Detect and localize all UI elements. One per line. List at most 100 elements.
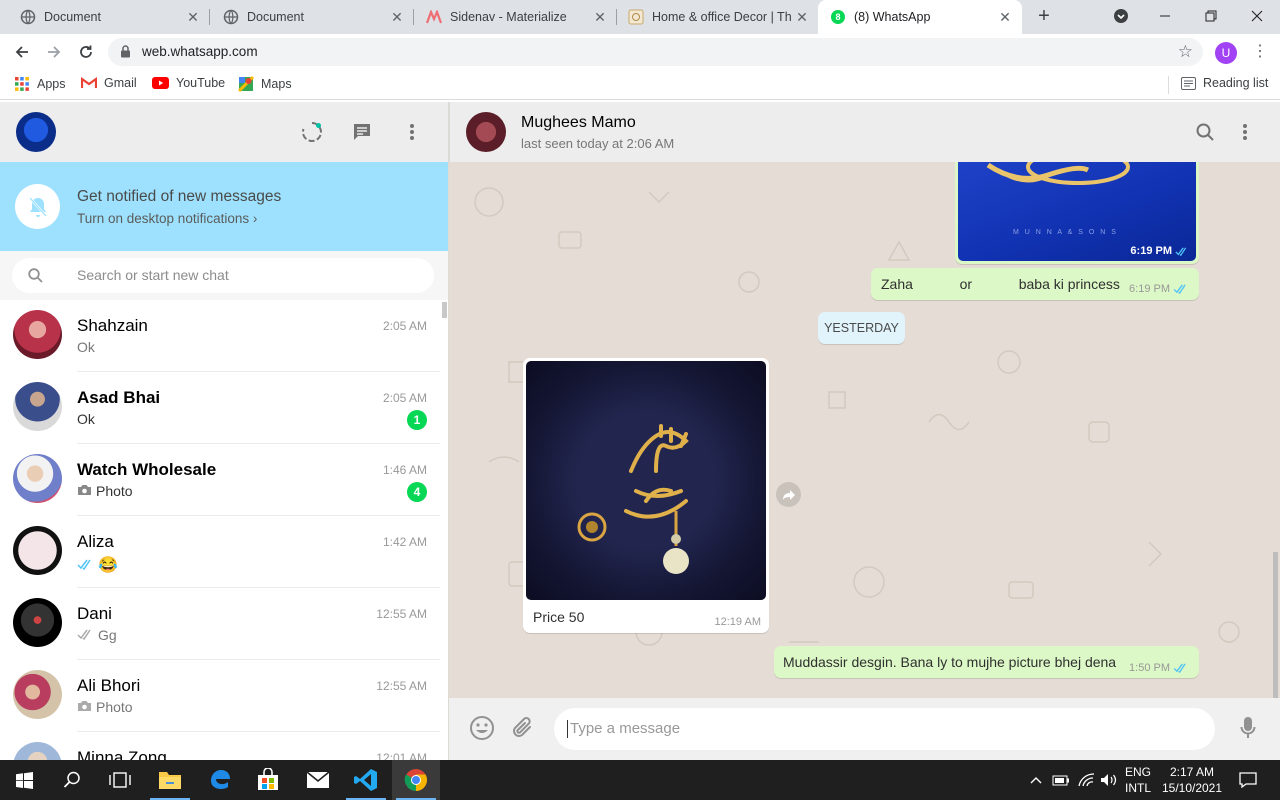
- apps-grid-icon: [14, 76, 30, 92]
- forward-icon: [782, 489, 795, 500]
- enable-notifications-link[interactable]: Turn on desktop notifications ›: [77, 211, 257, 226]
- attach-icon[interactable]: [508, 713, 538, 743]
- chat-last-message: Photo: [77, 483, 133, 499]
- chat-name: Minna Zong: [77, 748, 167, 760]
- browser-tab-1[interactable]: Document ✕: [0, 0, 210, 34]
- new-chat-icon[interactable]: [350, 120, 374, 144]
- minimize-button[interactable]: [1142, 0, 1188, 32]
- store-taskbar-icon[interactable]: [244, 760, 292, 800]
- close-icon[interactable]: ✕: [184, 9, 202, 26]
- chat-list-scroll-thumb[interactable]: [442, 302, 447, 318]
- message-meta: 12:19 AM: [714, 616, 761, 628]
- tab-title: Document: [247, 10, 304, 24]
- close-icon[interactable]: ✕: [388, 9, 406, 26]
- bookmark-label: YouTube: [176, 76, 226, 90]
- bookmark-apps[interactable]: Apps: [14, 76, 66, 92]
- search-input[interactable]: Search or start new chat: [12, 258, 434, 293]
- profile-avatar[interactable]: U: [1215, 42, 1237, 64]
- file-explorer-taskbar-icon[interactable]: [146, 760, 194, 800]
- start-button[interactable]: [0, 760, 48, 800]
- image-watermark: M U N N A & S O N S: [1013, 229, 1118, 236]
- camera-icon: [77, 699, 92, 715]
- chat-time: 2:05 AM: [382, 391, 427, 405]
- bookmark-gmail[interactable]: Gmail: [81, 76, 137, 90]
- vscode-taskbar-icon[interactable]: [342, 760, 390, 800]
- address-bar[interactable]: web.whatsapp.com ☆: [108, 38, 1203, 66]
- bookmark-youtube[interactable]: YouTube: [152, 76, 225, 90]
- reading-list-button[interactable]: Reading list: [1181, 76, 1268, 90]
- outgoing-image-message[interactable]: M U N N A & S O N S 6:19 PM: [955, 162, 1199, 264]
- message-placeholder: Type a message: [570, 720, 681, 737]
- forward-button[interactable]: [776, 482, 801, 507]
- conversation-header[interactable]: Mughees Mamo last seen today at 2:06 AM: [449, 102, 1280, 162]
- browser-tab-2[interactable]: Document ✕: [203, 0, 414, 34]
- notification-center-icon[interactable]: [1234, 760, 1262, 800]
- edge-taskbar-icon[interactable]: [196, 760, 244, 800]
- outgoing-text-message[interactable]: Zaha or baba ki princess 6:19 PM: [871, 268, 1199, 300]
- chrome-menu-icon[interactable]: ⋮: [1252, 42, 1268, 62]
- task-view-button[interactable]: [96, 760, 144, 800]
- chat-time: 2:05 AM: [382, 319, 427, 333]
- globe-icon: [20, 9, 36, 25]
- restore-button[interactable]: [1188, 0, 1234, 32]
- chat-list-item[interactable]: Dani 12:55 AM Gg: [0, 588, 440, 660]
- chat-list-item[interactable]: Minna Zong 12:01 AM: [0, 732, 440, 760]
- decor-icon: [628, 9, 644, 25]
- back-button[interactable]: [10, 40, 34, 64]
- chat-list-scrollbar[interactable]: [440, 300, 448, 760]
- date-divider: YESTERDAY: [818, 312, 905, 344]
- close-icon[interactable]: ✕: [793, 9, 811, 26]
- taskbar-search-button[interactable]: [48, 760, 96, 800]
- show-hidden-icons-button[interactable]: [1026, 760, 1046, 800]
- chat-list-item[interactable]: Ali Bhori 12:55 AM Photo: [0, 660, 440, 732]
- avatar: [13, 526, 62, 575]
- browser-tab-whatsapp[interactable]: 8 (8) WhatsApp ✕: [818, 0, 1022, 34]
- close-window-button[interactable]: [1234, 0, 1280, 32]
- taskbar-clock[interactable]: 2:17 AM 15/10/2021: [1160, 764, 1224, 796]
- message-input[interactable]: Type a message: [554, 708, 1215, 750]
- chat-list-item[interactable]: Aliza 1:42 AM 😂: [0, 516, 440, 588]
- chat-time: 12:55 AM: [376, 679, 427, 693]
- message-meta: 1:50 PM: [1129, 662, 1189, 674]
- message-image[interactable]: [526, 361, 766, 600]
- message-scrollbar[interactable]: [1273, 552, 1278, 698]
- chat-time: 12:55 AM: [376, 607, 427, 621]
- volume-icon[interactable]: [1098, 760, 1120, 800]
- search-icon[interactable]: [1193, 120, 1217, 144]
- maps-icon: [238, 76, 254, 92]
- chrome-taskbar-icon[interactable]: [392, 760, 440, 800]
- chat-list-item[interactable]: Shahzain 2:05 AM Ok: [0, 300, 440, 372]
- browser-tab-3[interactable]: Sidenav - Materialize ✕: [406, 0, 617, 34]
- new-tab-button[interactable]: +: [1032, 4, 1056, 28]
- chat-list-item[interactable]: Asad Bhai 2:05 AM Ok 1: [0, 372, 440, 444]
- desktop-notification-banner[interactable]: Get notified of new messages Turn on des…: [0, 162, 448, 251]
- incoming-image-message[interactable]: Price 50 12:19 AM: [523, 358, 769, 633]
- input-language-indicator[interactable]: ENG INTL: [1122, 764, 1154, 796]
- emoji-icon[interactable]: [467, 713, 497, 743]
- menu-icon[interactable]: [1233, 120, 1257, 144]
- message-caption: Price 50: [533, 609, 585, 625]
- chat-list-item[interactable]: Watch Wholesale 1:46 AM Photo 4: [0, 444, 440, 516]
- reload-button[interactable]: [74, 40, 98, 64]
- wifi-icon[interactable]: [1076, 760, 1098, 800]
- battery-icon[interactable]: [1050, 760, 1072, 800]
- bookmark-label: Apps: [37, 77, 66, 91]
- bookmark-maps[interactable]: Maps: [238, 76, 292, 92]
- tab-search-button[interactable]: [1098, 0, 1144, 32]
- browser-tab-4[interactable]: Home & office Decor | Th ✕: [608, 0, 819, 34]
- outgoing-text-message[interactable]: Muddassir desgin. Bana ly to mujhe pictu…: [774, 646, 1199, 678]
- my-avatar[interactable]: [16, 112, 56, 152]
- status-icon[interactable]: [300, 120, 324, 144]
- bookmark-star-icon[interactable]: ☆: [1178, 42, 1193, 62]
- mail-taskbar-icon[interactable]: [294, 760, 342, 800]
- menu-icon[interactable]: [400, 120, 424, 144]
- chat-last-message: Ok: [77, 339, 95, 355]
- microphone-icon[interactable]: [1233, 713, 1263, 743]
- forward-button[interactable]: [42, 40, 66, 64]
- mail-icon: [306, 771, 330, 788]
- contact-avatar[interactable]: [466, 112, 506, 152]
- close-icon[interactable]: ✕: [996, 9, 1014, 26]
- notification-title: Get notified of new messages: [77, 188, 282, 205]
- close-icon[interactable]: ✕: [591, 9, 609, 26]
- contact-name: Mughees Mamo: [521, 114, 636, 131]
